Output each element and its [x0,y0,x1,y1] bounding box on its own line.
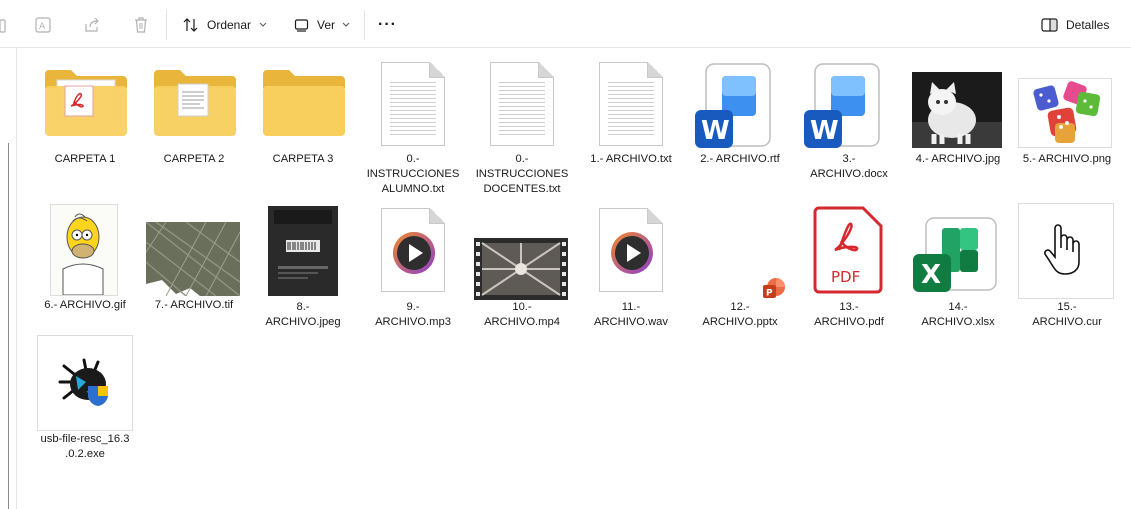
details-pane-icon [1041,18,1058,32]
more-options-button[interactable]: ··· [378,12,397,38]
file-name: 15.- ARCHIVO.cur [1032,301,1102,328]
view-icon [294,19,309,32]
file-name: 12.- ARCHIVO.pptx [702,301,778,328]
pdf-document-icon: PDF [813,206,883,294]
file-name: CARPETA 1 [54,153,116,165]
sort-label: Ordenar [207,18,252,32]
file-item[interactable]: 8.- ARCHIVO.jpeg [251,204,355,334]
delete-button[interactable] [132,12,150,38]
sort-icon [183,18,198,32]
file-item[interactable]: 6.- ARCHIVO.gif [33,204,137,324]
file-name: 0.- INSTRUCCIONES ALUMNO.txt [366,153,460,195]
map-image-thumbnail [146,222,240,296]
pptx-letter: P [766,289,773,299]
word-document-icon: W [804,63,880,148]
usb-rescue-icon [58,358,108,406]
share-icon [85,17,99,32]
text-document-icon [381,62,445,146]
file-name: 0.- INSTRUCCIONES DOCENTES.txt [475,153,569,195]
word-document-icon: W [695,63,771,148]
audio-file-icon [381,208,445,292]
file-name: usb-file-resc_16.3 .0.2.exe [40,433,130,460]
file-name: 10.- ARCHIVO.mp4 [484,301,560,328]
file-item[interactable]: 10.- ARCHIVO.mp4 [470,204,574,334]
toolbar-divider [166,10,167,40]
file-name: CARPETA 2 [163,153,225,165]
file-item[interactable]: usb-file-resc_16.3 .0.2.exe [33,335,137,465]
file-item[interactable]: 5.- ARCHIVO.png [1015,60,1119,180]
file-item[interactable]: W 3.- ARCHIVO.docx [797,60,901,190]
nav-pane-scrollbar[interactable] [8,143,9,509]
file-item[interactable]: 0.- INSTRUCCIONES ALUMNO.txt [361,60,465,200]
file-name: 4.- ARCHIVO.jpg [915,153,1001,165]
details-label: Detalles [1066,18,1110,32]
file-item[interactable]: ⅄ CARPETA 1 [33,60,137,180]
file-item[interactable]: CARPETA 2 [142,60,246,180]
view-label: Ver [317,18,336,32]
file-item[interactable]: X 14.- ARCHIVO.xlsx [906,204,1010,334]
text-document-icon [599,62,663,146]
word-letter: W [701,116,730,146]
word-letter: W [810,116,839,146]
command-bar: A Ordenar Ver ··· Detalles [0,0,1131,48]
more-icon: ··· [378,16,397,33]
rename-icon: A [35,17,51,33]
file-name: 1.- ARCHIVO.txt [590,153,672,165]
kitten-image-thumbnail [912,72,1002,148]
chevron-down-icon [342,22,350,27]
file-name: 2.- ARCHIVO.rtf [700,153,780,165]
folder-icon [154,70,236,136]
file-item[interactable]: W 2.- ARCHIVO.rtf [688,60,792,180]
play-icon [393,232,435,274]
nav-pane-divider[interactable] [16,48,17,509]
file-item[interactable]: 11.- ARCHIVO.wav [579,204,683,334]
exe-icon-thumbnail [37,335,133,431]
file-name: 14.- ARCHIVO.xlsx [921,301,995,328]
file-item[interactable]: 0.- INSTRUCCIONES DOCENTES.txt [470,60,574,200]
hand-cursor-icon [1044,224,1080,275]
folder-icon [263,70,345,136]
file-name: 13.- ARCHIVO.pdf [814,301,884,328]
details-button[interactable]: Detalles [1041,12,1109,38]
file-name: 5.- ARCHIVO.png [1022,153,1112,165]
share-button[interactable] [83,12,101,38]
file-name: 11.- ARCHIVO.wav [594,301,668,328]
file-item[interactable]: 1.- ARCHIVO.txt [579,60,683,180]
powerpoint-icon: P [763,278,785,299]
pdf-text: PDF [831,268,860,286]
play-icon [611,232,653,274]
paste-icon[interactable] [0,12,6,38]
cursor-image-thumbnail [1018,203,1114,299]
folder-icon: ⅄ [45,70,127,136]
svg-text:A: A [39,22,46,32]
file-name: CARPETA 3 [272,153,334,165]
chevron-down-icon [259,22,267,27]
file-name: 8.- ARCHIVO.jpeg [265,301,341,328]
text-document-icon [490,62,554,146]
file-item[interactable]: 15.- ARCHIVO.cur [1015,203,1119,334]
file-name: 6.- ARCHIVO.gif [44,299,126,311]
view-button[interactable]: Ver [294,12,353,38]
file-item[interactable]: 9.- ARCHIVO.mp3 [361,204,465,334]
sort-button[interactable]: Ordenar [182,12,270,38]
video-thumbnail [474,238,568,300]
device-image-thumbnail [268,206,338,296]
file-name: 9.- ARCHIVO.mp3 [375,301,451,328]
toolbar-divider [364,10,365,40]
rename-button[interactable]: A [34,12,52,38]
file-item[interactable]: 7.- ARCHIVO.tif [142,204,246,324]
file-item[interactable]: P 12.- ARCHIVO.pptx [688,204,792,334]
file-item[interactable]: PDF 13.- ARCHIVO.pdf [797,204,901,334]
trash-icon [135,17,147,33]
audio-file-icon [599,208,663,292]
file-name: 3.- ARCHIVO.docx [810,153,888,180]
excel-document-icon: X [913,217,997,292]
dice-image-thumbnail [1018,78,1112,148]
file-item[interactable]: CARPETA 3 [251,60,355,180]
file-item[interactable]: 4.- ARCHIVO.jpg [906,60,1010,180]
homer-image-thumbnail [50,204,118,296]
file-name: 7.- ARCHIVO.tif [154,299,234,311]
excel-letter: X [921,260,941,290]
